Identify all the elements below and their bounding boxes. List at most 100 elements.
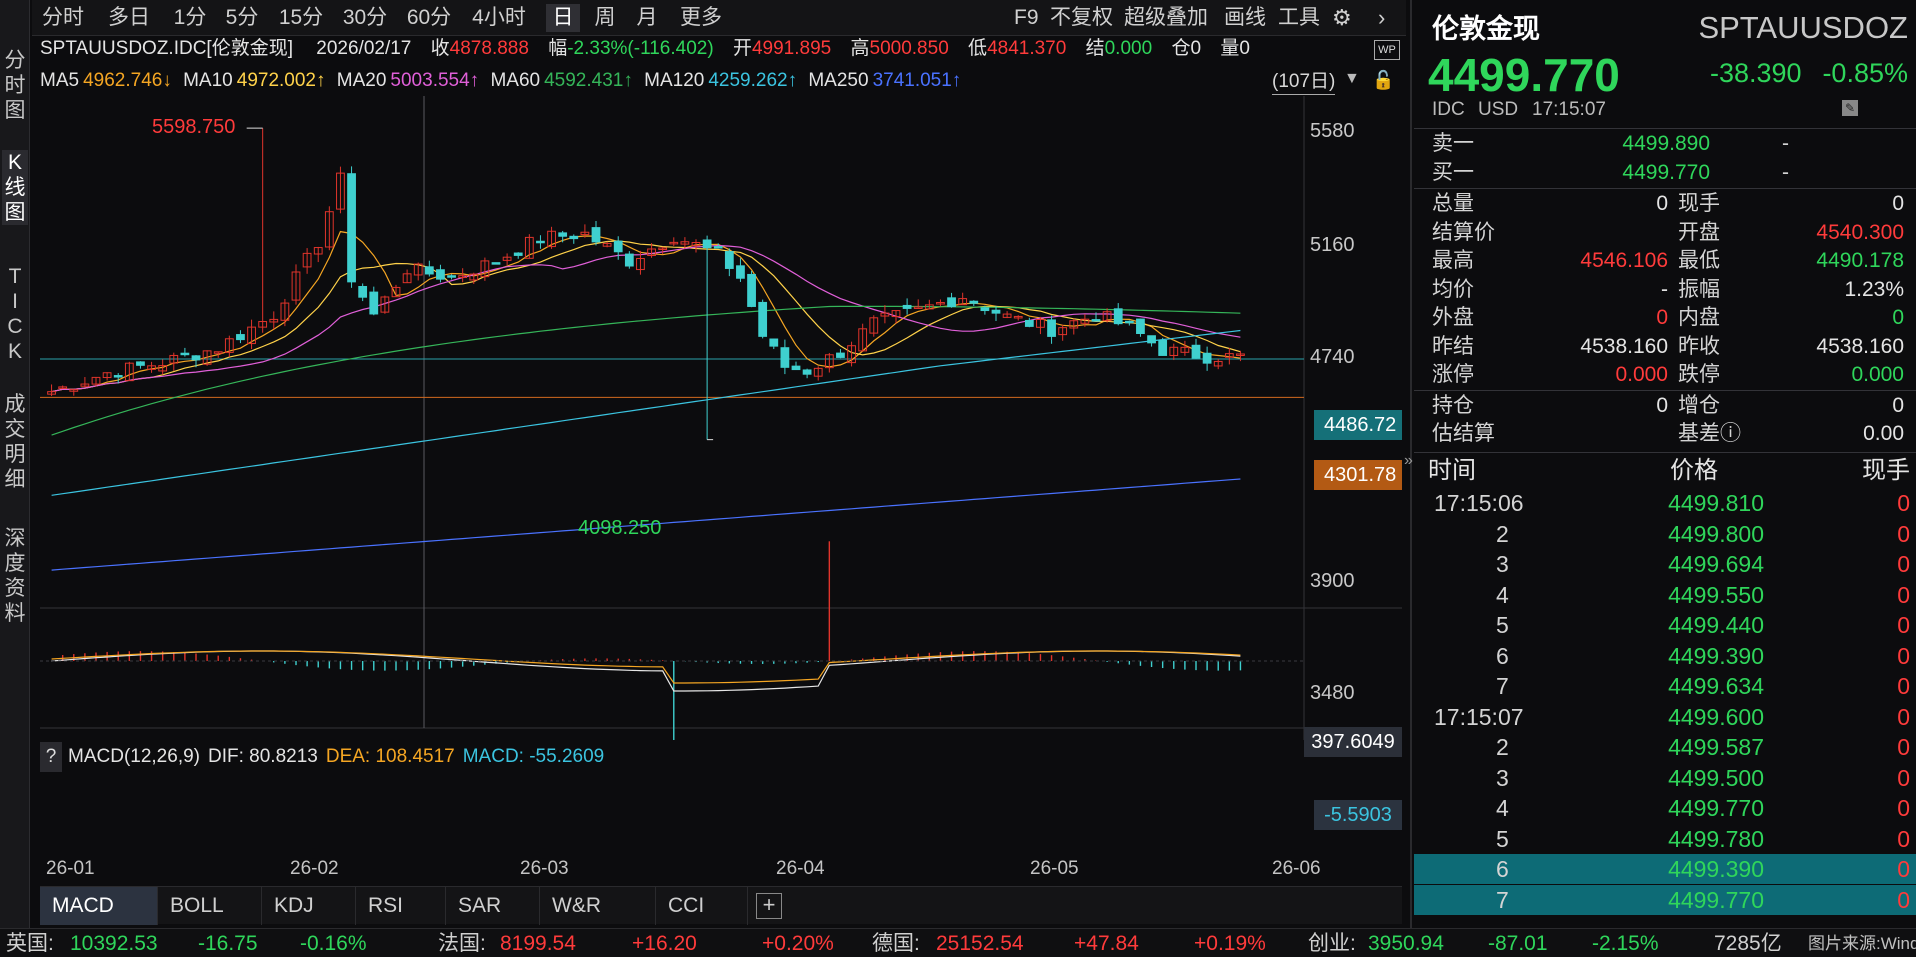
indicator-tab-rsi[interactable]: RSI — [356, 887, 446, 925]
tab-trade-detail[interactable]: 成 交 明 细 — [2, 392, 28, 492]
ask-price: 4499.890 — [1622, 132, 1710, 155]
period-month[interactable]: 月 — [630, 4, 664, 32]
trade-row[interactable]: 6 4499.390 0 — [1414, 641, 1916, 671]
trade-row[interactable]: 3 4499.500 0 — [1414, 763, 1916, 793]
candle-body — [513, 252, 523, 256]
bid-volume: - — [1782, 161, 1789, 184]
instrument-name: 伦敦金现 — [1432, 14, 1540, 44]
wp-icon[interactable]: WP — [1374, 40, 1400, 60]
period-15min[interactable]: 15分 — [276, 4, 326, 32]
dea-line — [51, 650, 1241, 684]
period-60min[interactable]: 60分 — [404, 4, 454, 32]
period-5min[interactable]: 5分 — [222, 4, 262, 32]
candle-body — [358, 286, 368, 298]
visible-days[interactable]: (107日) — [1272, 70, 1336, 95]
trade-price: 4499.810 — [1668, 490, 1764, 516]
adjust-button[interactable]: 不复权 — [1050, 4, 1113, 32]
tab-depth-data[interactable]: 深 度 资 料 — [2, 526, 28, 626]
caret-down-icon[interactable]: ▼ — [1344, 70, 1360, 88]
trade-row[interactable]: 6 4499.390 0 — [1414, 854, 1916, 884]
trade-row[interactable]: 4 4499.550 0 — [1414, 580, 1916, 610]
ma60-value: 4592.431↑ — [544, 70, 633, 91]
period-4hour[interactable]: 4小时 — [468, 4, 530, 32]
trade-row[interactable]: 17:15:07 4499.600 0 — [1414, 702, 1916, 732]
stat-value: 0.000 — [1615, 363, 1668, 386]
edit-icon[interactable]: ✎ — [1842, 100, 1858, 116]
indicator-tab-boll[interactable]: BOLL — [158, 887, 262, 925]
period-30min[interactable]: 30分 — [340, 4, 390, 32]
stat-value: 4540.300 — [1816, 220, 1904, 244]
stat-value: - — [1661, 277, 1668, 301]
trade-time: 5 — [1496, 825, 1509, 852]
period-intraday[interactable]: 分时 — [38, 4, 88, 32]
candle-body — [424, 266, 434, 275]
macd-name: MACD(12,26,9) — [68, 746, 200, 767]
gear-icon[interactable]: ⚙ — [1332, 4, 1352, 32]
indicator-tab-kdj[interactable]: KDJ — [262, 887, 356, 925]
collapse-chevron-icon[interactable]: » — [1404, 452, 1416, 482]
add-indicator-icon[interactable]: + — [756, 893, 782, 919]
candle-body — [1136, 318, 1145, 335]
tab-intraday[interactable]: 分 时 图 — [2, 48, 28, 123]
trade-row[interactable]: 7 4499.770 0 — [1414, 884, 1916, 915]
trade-price: 4499.634 — [1668, 673, 1764, 699]
trade-row[interactable]: 7 4499.634 0 — [1414, 671, 1916, 701]
indicator-tab-wr[interactable]: W&R — [540, 887, 656, 925]
trade-row[interactable]: 2 4499.587 0 — [1414, 732, 1916, 762]
overlay-button[interactable]: 超级叠加 — [1124, 4, 1208, 32]
stat-label: 昨收 — [1678, 334, 1720, 358]
trade-price: 4499.780 — [1668, 825, 1764, 852]
ticker-item: -2.15% — [1592, 932, 1659, 955]
trades-header-qty: 现手 — [1862, 457, 1910, 484]
trade-row[interactable]: 3 4499.694 0 — [1414, 549, 1916, 579]
candle-body — [802, 369, 812, 375]
period-1min[interactable]: 1分 — [170, 4, 210, 32]
bar-settle: 0.000 — [1104, 38, 1153, 59]
trade-price: 4499.550 — [1668, 581, 1764, 608]
period-multiday[interactable]: 多日 — [104, 4, 154, 32]
stat-label: 均价 — [1432, 277, 1474, 301]
draw-line-button[interactable]: 画线 — [1224, 4, 1266, 32]
candle-body — [902, 304, 912, 309]
price-change-pct: -0.85% — [1822, 58, 1908, 88]
candle-body — [491, 262, 501, 265]
trade-row[interactable]: 5 4499.440 0 — [1414, 610, 1916, 640]
candle-body — [980, 307, 990, 312]
trade-qty: 0 — [1897, 825, 1910, 852]
period-more[interactable]: 更多 — [676, 4, 726, 32]
indicator-tab-sar[interactable]: SAR — [446, 887, 540, 925]
candle-body — [769, 338, 779, 347]
period-day[interactable]: 日 — [546, 4, 580, 32]
ticker-item: 7285亿 — [1714, 932, 1782, 955]
tools-button[interactable]: 工具 — [1278, 4, 1320, 32]
trade-row[interactable]: 17:15:06 4499.810 0 — [1414, 488, 1916, 518]
lock-icon[interactable]: 🔓 — [1372, 70, 1394, 91]
tab-kline[interactable]: K 线 图 — [2, 150, 28, 225]
stat-label: 最高 — [1432, 249, 1474, 272]
trade-row[interactable]: 2 4499.800 0 — [1414, 519, 1916, 549]
candle-body — [191, 355, 201, 361]
trade-row[interactable]: 4 4499.770 0 — [1414, 793, 1916, 823]
indicator-tab-cci[interactable]: CCI — [656, 887, 748, 925]
trade-price: 4499.440 — [1668, 612, 1764, 638]
help-icon[interactable]: ? — [40, 742, 62, 772]
candle-body — [447, 275, 456, 278]
trades-header-price: 价格 — [1670, 457, 1718, 484]
period-week[interactable]: 周 — [588, 4, 622, 32]
chevron-right-icon[interactable]: › — [1378, 4, 1385, 32]
price-axis-label: 3900 — [1310, 570, 1355, 592]
candle-body — [1158, 340, 1168, 356]
kline-chart[interactable] — [40, 96, 1402, 740]
trade-row[interactable]: 5 4499.780 0 — [1414, 824, 1916, 854]
trade-qty: 0 — [1897, 642, 1910, 669]
macd-value: MACD: -55.2609 — [462, 746, 605, 767]
trade-price: 4499.600 — [1668, 703, 1764, 730]
f9-button[interactable]: F9 — [1014, 4, 1039, 32]
indicator-tab-macd[interactable]: MACD — [40, 887, 158, 925]
trade-qty: 0 — [1897, 703, 1910, 730]
ticker-item: -16.75 — [198, 932, 258, 955]
tab-tick[interactable]: T I C K — [2, 264, 28, 364]
symbol-name: SPTAUUSDOZ.IDC[伦敦金现] — [40, 38, 293, 59]
trade-time: 7 — [1496, 886, 1509, 913]
candle-body — [758, 301, 768, 337]
